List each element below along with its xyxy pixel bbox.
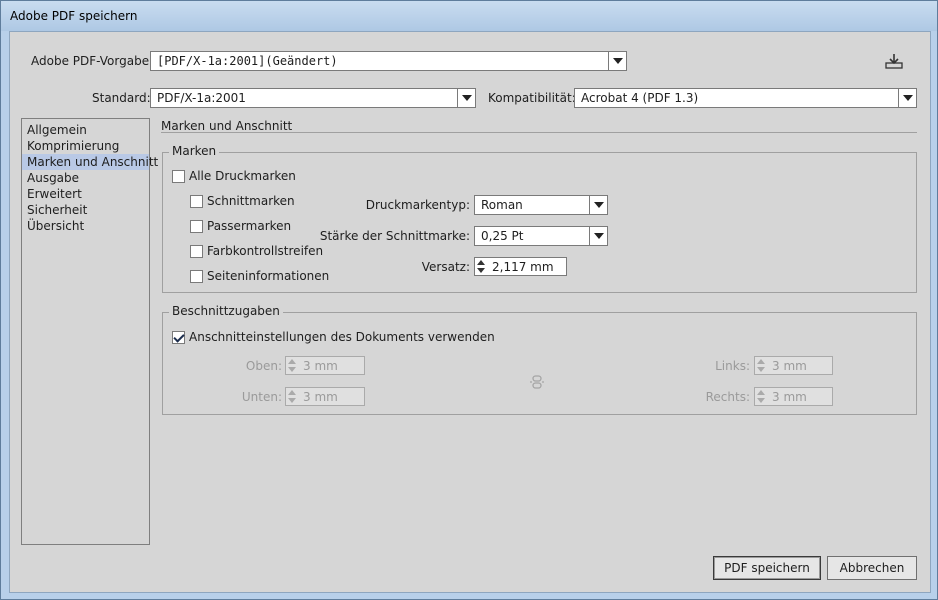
offset-value: 2,117 mm [492, 260, 554, 274]
sidebar-item-sicherheit[interactable]: Sicherheit [22, 202, 149, 218]
bleed-right-value: 3 mm [772, 390, 807, 404]
registration-marks-label: Passermarken [207, 219, 292, 233]
preset-value: [PDF/X-1a:2001](Geändert) [157, 54, 338, 68]
chevron-down-icon [608, 52, 626, 70]
bleed-group: Beschnittzugaben Anschnitteinstellungen … [162, 304, 917, 415]
sidebar-item-marken-und-anschnitt[interactable]: Marken und Anschnitt [22, 154, 158, 170]
bleed-left-label: Links: [715, 359, 750, 373]
stepper-arrows-icon[interactable] [476, 259, 487, 274]
chevron-down-icon [457, 89, 475, 107]
color-bars-checkbox[interactable] [190, 245, 203, 258]
bleed-left-stepper[interactable]: 3 mm [754, 356, 833, 375]
stepper-arrows-icon[interactable] [756, 358, 767, 373]
bleed-top-label: Oben: [245, 359, 282, 373]
page-info-checkbox[interactable] [190, 270, 203, 283]
save-preset-icon[interactable] [885, 53, 903, 69]
chevron-down-icon [898, 89, 916, 107]
standard-value: PDF/X-1a:2001 [157, 91, 246, 105]
bleed-bottom-label: Unten: [241, 390, 282, 404]
compat-value: Acrobat 4 (PDF 1.3) [581, 91, 699, 105]
bleed-right-stepper[interactable]: 3 mm [754, 387, 833, 406]
sidebar-item-uebersicht[interactable]: Übersicht [22, 218, 149, 234]
save-pdf-button[interactable]: PDF speichern [713, 556, 821, 580]
sidebar-item-allgemein[interactable]: Allgemein [22, 122, 149, 138]
dialog-client-area: Adobe PDF-Vorgabe: [PDF/X-1a:2001](Geänd… [9, 31, 931, 593]
color-bars-label: Farbkontrollstreifen [207, 244, 324, 258]
mark-type-value: Roman [481, 198, 523, 212]
section-divider [161, 132, 917, 133]
bleed-bottom-value: 3 mm [303, 390, 338, 404]
page-info-label: Seiteninformationen [207, 269, 330, 283]
sidebar-item-erweitert[interactable]: Erweitert [22, 186, 149, 202]
compat-label: Kompatibilität: [488, 91, 576, 105]
bleed-right-label: Rechts: [705, 390, 750, 404]
use-doc-bleed-label: Anschnitteinstellungen des Dokuments ver… [189, 330, 495, 344]
offset-label: Versatz: [421, 260, 470, 274]
crop-marks-checkbox[interactable] [190, 195, 203, 208]
crop-weight-value: 0,25 Pt [481, 229, 524, 243]
section-title: Marken und Anschnitt [161, 119, 293, 133]
preset-label: Adobe PDF-Vorgabe: [31, 54, 154, 68]
use-doc-bleed-checkbox[interactable] [172, 331, 185, 344]
marks-group-title: Marken [169, 144, 220, 158]
crop-weight-label: Stärke der Schnittmarke: [319, 229, 470, 243]
standard-label: Standard: [92, 91, 151, 105]
all-marks-label: Alle Druckmarken [189, 169, 296, 183]
title-bar[interactable]: Adobe PDF speichern [1, 1, 937, 31]
preset-dropdown[interactable]: [PDF/X-1a:2001](Geändert) [150, 51, 627, 71]
chain-link-icon[interactable] [529, 374, 545, 390]
bleed-top-stepper[interactable]: 3 mm [285, 356, 365, 375]
chevron-down-icon [589, 196, 607, 214]
standard-dropdown[interactable]: PDF/X-1a:2001 [150, 88, 476, 108]
chevron-down-icon [589, 227, 607, 245]
marks-group: Marken Alle Druckmarken Schnittmarken Pa… [162, 144, 917, 293]
mark-type-dropdown[interactable]: Roman [474, 195, 608, 215]
bleed-bottom-stepper[interactable]: 3 mm [285, 387, 365, 406]
sidebar-item-komprimierung[interactable]: Komprimierung [22, 138, 149, 154]
bleed-left-value: 3 mm [772, 359, 807, 373]
category-list: Allgemein Komprimierung Marken und Ansch… [21, 118, 158, 545]
window-title: Adobe PDF speichern [10, 9, 138, 23]
cancel-button[interactable]: Abbrechen [827, 556, 917, 580]
save-pdf-dialog: Adobe PDF speichern Adobe PDF-Vorgabe: [… [0, 0, 938, 600]
stepper-arrows-icon[interactable] [756, 389, 767, 404]
bleed-group-title: Beschnittzugaben [169, 304, 283, 318]
offset-stepper[interactable]: 2,117 mm [474, 257, 567, 276]
all-marks-checkbox[interactable] [172, 170, 185, 183]
registration-marks-checkbox[interactable] [190, 220, 203, 233]
stepper-arrows-icon[interactable] [287, 389, 298, 404]
stepper-arrows-icon[interactable] [287, 358, 298, 373]
bleed-top-value: 3 mm [303, 359, 338, 373]
crop-weight-dropdown[interactable]: 0,25 Pt [474, 226, 608, 246]
compat-dropdown[interactable]: Acrobat 4 (PDF 1.3) [574, 88, 917, 108]
sidebar-item-ausgabe[interactable]: Ausgabe [22, 170, 149, 186]
crop-marks-label: Schnittmarken [207, 194, 295, 208]
mark-type-label: Druckmarkentyp: [365, 198, 470, 212]
